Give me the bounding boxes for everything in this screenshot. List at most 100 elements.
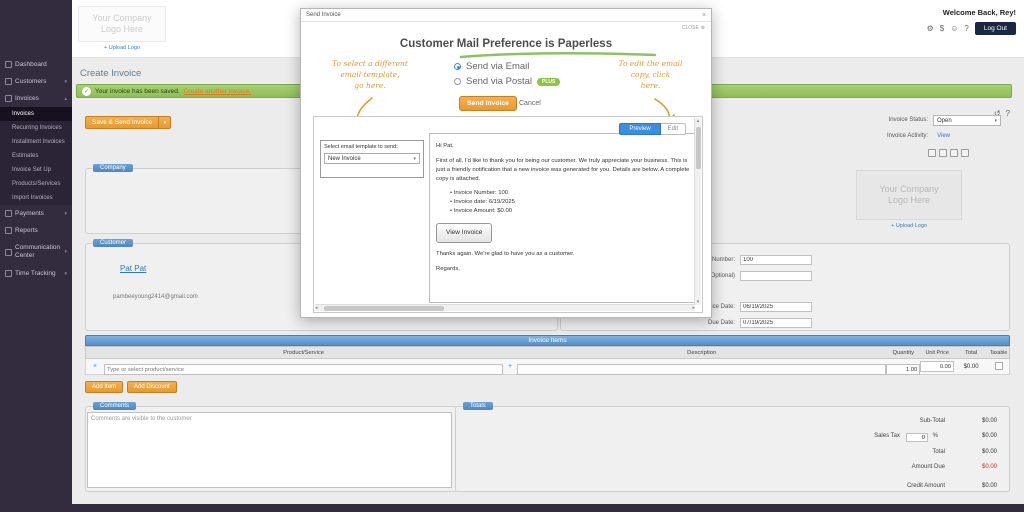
logo-placeholder-line2: Logo Here (101, 24, 143, 35)
invoice-status-select[interactable]: Open ▾ (933, 115, 1001, 126)
success-message: Your invoice has been saved. (95, 88, 180, 95)
amount-due-row: Amount Due $0.00 (455, 464, 1024, 474)
customer-name-link[interactable]: Pat Pat (120, 264, 146, 273)
email-bullet: Invoice date: 6/19/2025 (450, 198, 690, 207)
amount-due-value: $0.00 (982, 464, 997, 470)
invoice-activity-view-link[interactable]: View (937, 133, 950, 139)
submenu-item-estimates[interactable]: Estimates (0, 149, 72, 163)
invoice-number-input[interactable] (740, 255, 812, 265)
dollar-icon[interactable]: $ (940, 25, 944, 33)
due-date-input[interactable] (740, 318, 812, 328)
modal-close-button[interactable]: CLOSE ⊗ (682, 25, 705, 31)
send-via-postal-label: Send via Postal (466, 76, 532, 87)
view-invoice-button[interactable]: View Invoice (436, 223, 492, 243)
po-number-input[interactable] (740, 271, 812, 281)
user-icon[interactable]: ☺ (950, 25, 958, 33)
delete-row-icon[interactable]: × (86, 363, 104, 370)
preview-button[interactable]: Preview (619, 123, 660, 135)
scroll-down-icon[interactable]: ▾ (695, 299, 701, 305)
save-send-caret-icon[interactable]: ▾ (159, 116, 171, 129)
scrollbar-thumb[interactable] (324, 306, 444, 311)
submenu-item-installment-invoices[interactable]: Installment Invoices (0, 135, 72, 149)
submenu-item-products-services[interactable]: Products/Services (0, 177, 72, 191)
radio-selected-icon[interactable] (454, 63, 461, 70)
invoice-activity-label: Invoice Activity: (887, 133, 928, 139)
horizontal-scrollbar[interactable]: ◂ ▸ (315, 304, 695, 311)
credit-amount-row: Credit Amount $0.00 (455, 483, 1024, 493)
preview-invoice-icon[interactable] (928, 149, 936, 157)
comments-section-tag: Comments (93, 402, 136, 410)
comments-textarea[interactable]: Comments are visible to the customer (87, 412, 452, 488)
send-via-postal-option[interactable]: Send via Postal PLUS (454, 76, 560, 87)
header-right: Welcome Back, Rey! ⚙ $ ☺ ? Log Out (927, 8, 1016, 35)
sidebar-item-reports[interactable]: Reports (0, 222, 72, 239)
invoice-status-value: Open (937, 118, 952, 124)
scroll-right-icon[interactable]: ▸ (692, 305, 695, 311)
sales-tax-value: $0.00 (982, 433, 997, 439)
copy-icon[interactable] (950, 149, 958, 157)
sidebar-item-time-tracking[interactable]: Time Tracking ▾ (0, 265, 72, 282)
sidebar-item-customers[interactable]: Customers ▾ (0, 73, 72, 90)
unit-price-input[interactable] (920, 361, 954, 372)
sidebar-item-invoices[interactable]: Invoices ▴ (0, 90, 72, 107)
edit-button[interactable]: Edit (661, 123, 686, 135)
chevron-down-icon: ▾ (64, 271, 67, 277)
scrollbar-thumb[interactable] (696, 127, 701, 169)
amount-due-label: Amount Due (912, 464, 945, 470)
vertical-scrollbar[interactable]: ▴ ▾ (694, 118, 701, 305)
taxable-checkbox[interactable] (995, 362, 1003, 370)
add-item-button[interactable]: Add Item (85, 381, 123, 393)
sidebar-item-label: Payments (15, 210, 44, 217)
submenu-item-invoice-set-up[interactable]: Invoice Set Up (0, 163, 72, 177)
close-label: CLOSE (682, 25, 699, 31)
logout-button[interactable]: Log Out (975, 22, 1016, 35)
upload-logo-link[interactable]: + Upload Logo (78, 45, 166, 51)
quantity-input[interactable] (886, 364, 920, 375)
product-service-input[interactable] (104, 364, 503, 375)
logo-placeholder-line1: Your Company (879, 184, 938, 195)
print-icon[interactable] (939, 149, 947, 157)
submenu-item-invoices[interactable]: Invoices (0, 107, 72, 121)
email-closing: Thanks again. We're glad to have you as … (436, 250, 690, 259)
sidebar-item-dashboard[interactable]: Dashboard (0, 56, 72, 73)
send-invoice-button[interactable]: Send Invoice (459, 96, 517, 111)
sidebar-item-communication-center[interactable]: Communication Center ▾ (0, 239, 72, 265)
scroll-left-icon[interactable]: ◂ (315, 305, 318, 311)
help-icon[interactable]: ? (1006, 110, 1010, 118)
sales-tax-label: Sales Tax (874, 433, 900, 439)
sidebar-item-label: Dashboard (15, 61, 47, 68)
add-discount-button[interactable]: Add Discount (127, 381, 177, 393)
reports-icon (5, 227, 12, 234)
template-select[interactable]: New Invoice ▾ (324, 153, 420, 164)
col-description: Description (517, 350, 886, 356)
submenu-item-recurring-invoices[interactable]: Recurring Invoices (0, 121, 72, 135)
sales-tax-row: Sales Tax % $0.00 (455, 433, 1024, 443)
invoice-status-label: Invoice Status: (889, 117, 928, 123)
annotation-line: To select a different (319, 59, 421, 70)
gear-icon[interactable]: ⚙ (927, 25, 934, 33)
check-icon: ✓ (82, 87, 91, 96)
invoice-date-input[interactable] (740, 302, 812, 312)
help-icon[interactable]: ? (964, 25, 968, 33)
sidebar-item-payments[interactable]: Payments ▾ (0, 205, 72, 222)
col-taxable: Taxable (988, 350, 1009, 356)
submenu-item-import-invoices[interactable]: Import Invoices (0, 191, 72, 205)
description-input[interactable] (517, 364, 886, 375)
cancel-link[interactable]: Cancel (519, 100, 541, 107)
total-value: $0.00 (982, 449, 997, 455)
send-via-email-option[interactable]: Send via Email (454, 61, 560, 72)
create-another-invoice-link[interactable]: Create another invoice. (184, 88, 251, 95)
radio-unselected-icon[interactable] (454, 78, 461, 85)
download-pdf-icon[interactable] (961, 149, 969, 157)
add-product-icon[interactable]: + (503, 363, 517, 370)
invoices-submenu: Invoices Recurring Invoices Installment … (0, 107, 72, 205)
scroll-up-icon[interactable]: ▴ (697, 118, 700, 124)
invoice-logo-placeholder[interactable]: Your Company Logo Here (856, 170, 962, 220)
close-icon[interactable]: × (702, 12, 706, 19)
annotation-edit: To edit the email copy, click here. (603, 59, 698, 92)
sales-tax-rate-input[interactable] (906, 433, 928, 442)
save-send-invoice-button[interactable]: Save & Send Invoice (85, 116, 159, 129)
company-logo-placeholder[interactable]: Your Company Logo Here (78, 6, 166, 42)
subtotal-label: Sub-Total (920, 418, 945, 424)
upload-logo-link[interactable]: + Upload Logo (856, 223, 962, 229)
